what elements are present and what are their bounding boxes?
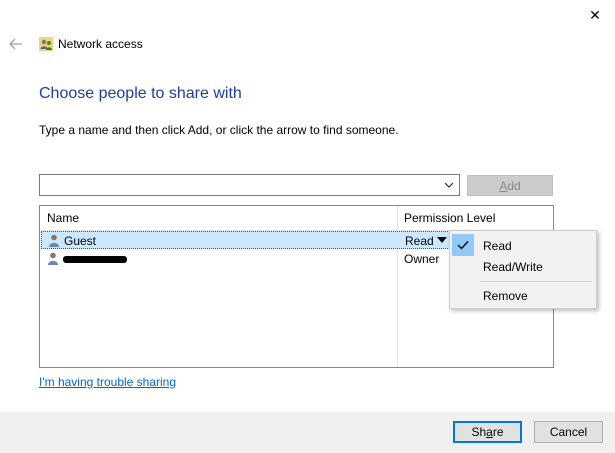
checkmark-icon	[452, 234, 474, 256]
permission-value: Owner	[404, 252, 440, 266]
back-arrow-icon	[9, 38, 22, 50]
share-button[interactable]: Sh a re	[453, 421, 522, 443]
menu-item-read[interactable]: Read	[450, 233, 596, 256]
menu-item-remove[interactable]: Remove	[450, 284, 596, 306]
back-button[interactable]	[6, 34, 26, 54]
permission-context-menu: Read Read/Write Remove	[449, 230, 597, 309]
user-icon	[49, 234, 59, 247]
name-combobox[interactable]	[39, 174, 460, 196]
add-accel-key: A	[499, 178, 508, 193]
permission-value[interactable]: Read	[405, 234, 434, 248]
page-heading: Choose people to share with	[39, 85, 242, 102]
name-input[interactable]	[42, 177, 434, 193]
dialog-footer	[0, 412, 615, 453]
network-users-icon	[39, 37, 53, 51]
window-title: Network access	[58, 37, 143, 51]
column-header-permission[interactable]: Permission Level	[404, 211, 495, 225]
trouble-sharing-link[interactable]: I'm having trouble sharing	[39, 375, 176, 389]
add-button[interactable]: Add	[467, 175, 553, 196]
menu-separator	[480, 281, 592, 282]
user-name: Guest	[64, 234, 97, 248]
close-icon: ✕	[589, 6, 601, 23]
cancel-button[interactable]: Cancel	[534, 421, 603, 443]
instructions-text: Type a name and then click Add, or click…	[39, 123, 399, 137]
permission-dropdown-arrow-icon[interactable]	[437, 237, 447, 243]
menu-item-read-write[interactable]: Read/Write	[450, 255, 596, 277]
combobox-dropdown-button[interactable]	[442, 178, 456, 192]
chevron-down-icon	[444, 182, 454, 188]
user-icon	[48, 252, 58, 265]
redacted-user-name	[63, 256, 127, 263]
share-accel-key: a	[486, 425, 493, 439]
close-button[interactable]: ✕	[582, 4, 608, 26]
column-header-name[interactable]: Name	[47, 211, 79, 225]
